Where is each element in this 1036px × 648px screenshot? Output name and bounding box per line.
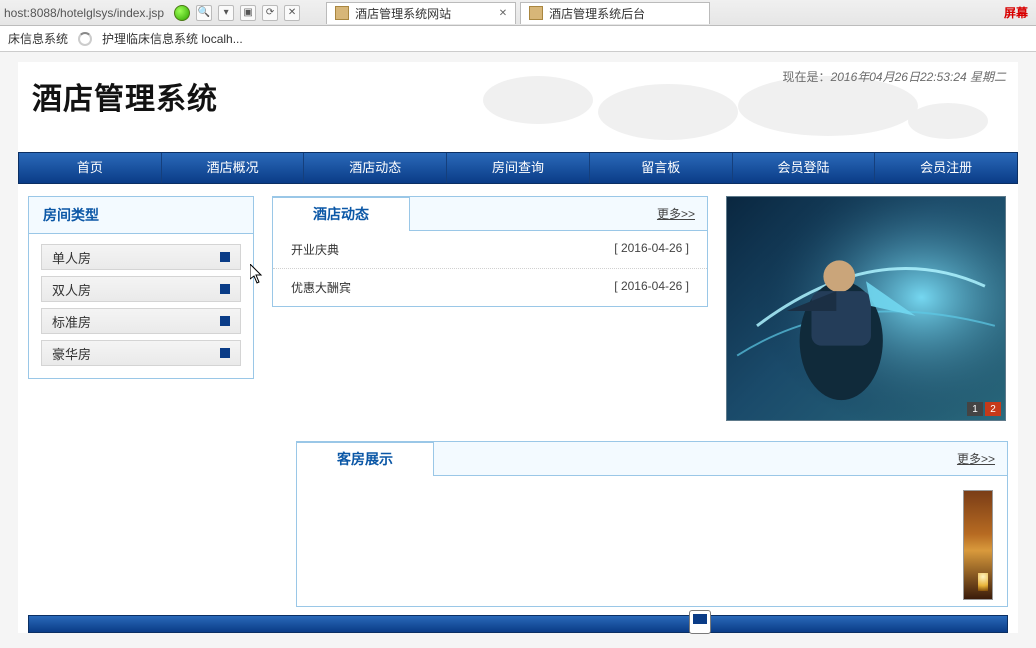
room-type-label: 标准房 bbox=[52, 312, 91, 331]
nav-overview[interactable]: 酒店概况 bbox=[162, 153, 305, 183]
nav-register[interactable]: 会员注册 bbox=[875, 153, 1017, 183]
banner-pager: 1 2 bbox=[967, 402, 1001, 416]
tab-title: 酒店管理系统后台 bbox=[549, 5, 645, 22]
bookmark-item[interactable]: 护理临床信息系统 localh... bbox=[102, 30, 243, 47]
bookmark-item[interactable]: 床信息系统 bbox=[8, 30, 68, 47]
news-row[interactable]: 优惠大酬宾 [ 2016-04-26 ] bbox=[273, 269, 707, 306]
feed-icon[interactable]: ▣ bbox=[240, 5, 256, 21]
page-root: 酒店管理系统 现在是：2016年04月26日22:53:24 星期二 首页 酒店… bbox=[18, 62, 1018, 633]
main-nav: 首页 酒店概况 酒店动态 房间查询 留言板 会员登陆 会员注册 bbox=[18, 152, 1018, 184]
news-panel: 酒店动态 更多>> 开业庆典 [ 2016-04-26 ] 优惠大酬宾 [ 20… bbox=[272, 196, 708, 307]
footer-badge-icon bbox=[689, 610, 711, 634]
footer-bar bbox=[28, 615, 1008, 633]
favicon-icon bbox=[529, 6, 543, 20]
news-list: 开业庆典 [ 2016-04-26 ] 优惠大酬宾 [ 2016-04-26 ] bbox=[273, 231, 707, 306]
pager-dot-2[interactable]: 2 bbox=[985, 402, 1001, 416]
room-show-more-link[interactable]: 更多>> bbox=[957, 450, 995, 467]
room-show-head: 客房展示 更多>> bbox=[297, 442, 1007, 476]
room-type-item-double[interactable]: 双人房 bbox=[41, 276, 241, 302]
nav-login[interactable]: 会员登陆 bbox=[733, 153, 876, 183]
room-show-section: 客房展示 更多>> bbox=[296, 441, 1008, 607]
screen-capture-label: 屏幕 bbox=[1004, 4, 1032, 21]
separator-icon: ▾ bbox=[218, 5, 234, 21]
chevron-right-icon bbox=[220, 348, 230, 358]
news-tab-label[interactable]: 酒店动态 bbox=[272, 197, 410, 231]
loading-icon bbox=[78, 32, 92, 46]
room-type-label: 单人房 bbox=[52, 248, 91, 267]
chevron-right-icon bbox=[220, 252, 230, 262]
room-show-tab-label[interactable]: 客房展示 bbox=[296, 442, 434, 476]
banner-column: 1 2 bbox=[726, 196, 1008, 421]
stop-icon[interactable]: ✕ bbox=[284, 5, 300, 21]
close-icon[interactable]: ✕ bbox=[499, 8, 507, 19]
news-date: [ 2016-04-26 ] bbox=[614, 279, 689, 296]
mouse-cursor-icon bbox=[250, 264, 264, 284]
nav-guestbook[interactable]: 留言板 bbox=[590, 153, 733, 183]
room-show-body bbox=[297, 476, 1007, 606]
room-type-title: 房间类型 bbox=[29, 197, 253, 234]
room-type-label: 双人房 bbox=[52, 280, 91, 299]
browser-tab-inactive[interactable]: 酒店管理系统后台 bbox=[520, 2, 710, 24]
browser-address-bar: host:8088/hotelglsys/index.jsp 🔍 ▾ ▣ ⟳ ✕… bbox=[0, 0, 1036, 26]
bookmark-bar: 床信息系统 护理临床信息系统 localh... bbox=[0, 26, 1036, 52]
news-date: [ 2016-04-26 ] bbox=[614, 241, 689, 258]
news-panel-head: 酒店动态 更多>> bbox=[273, 197, 707, 231]
browser-tab-active[interactable]: 酒店管理系统网站 ✕ bbox=[326, 2, 516, 24]
browser-toolbar-icons: 🔍 ▾ ▣ ⟳ ✕ bbox=[174, 5, 300, 21]
hero-banner[interactable]: 1 2 bbox=[726, 196, 1006, 421]
news-more-link[interactable]: 更多>> bbox=[657, 205, 695, 222]
refresh-icon[interactable]: ⟳ bbox=[262, 5, 278, 21]
tab-title: 酒店管理系统网站 bbox=[355, 5, 451, 22]
room-type-panel: 房间类型 单人房 双人房 标准房 豪华房 bbox=[28, 196, 254, 379]
pager-dot-1[interactable]: 1 bbox=[967, 402, 983, 416]
nav-news[interactable]: 酒店动态 bbox=[304, 153, 447, 183]
nav-home[interactable]: 首页 bbox=[19, 153, 162, 183]
content-area: 房间类型 单人房 双人房 标准房 豪华房 酒店动态 更多>> bbox=[18, 184, 1018, 429]
room-thumbnail[interactable] bbox=[963, 490, 993, 600]
chevron-right-icon bbox=[220, 316, 230, 326]
news-title: 优惠大酬宾 bbox=[291, 279, 351, 296]
room-type-label: 豪华房 bbox=[52, 344, 91, 363]
chevron-right-icon bbox=[220, 284, 230, 294]
news-title: 开业庆典 bbox=[291, 241, 339, 258]
room-type-list: 单人房 双人房 标准房 豪华房 bbox=[29, 234, 253, 378]
site-header: 酒店管理系统 现在是：2016年04月26日22:53:24 星期二 bbox=[18, 62, 1018, 152]
room-type-item-standard[interactable]: 标准房 bbox=[41, 308, 241, 334]
room-type-item-single[interactable]: 单人房 bbox=[41, 244, 241, 270]
search-icon[interactable]: 🔍 bbox=[196, 5, 212, 21]
news-column: 酒店动态 更多>> 开业庆典 [ 2016-04-26 ] 优惠大酬宾 [ 20… bbox=[272, 196, 708, 421]
world-map-decoration bbox=[448, 66, 1008, 152]
banner-image bbox=[727, 197, 1005, 420]
room-show-panel: 客房展示 更多>> bbox=[296, 441, 1008, 607]
nav-room-search[interactable]: 房间查询 bbox=[447, 153, 590, 183]
url-text: host:8088/hotelglsys/index.jsp bbox=[4, 6, 164, 20]
main-column: 酒店动态 更多>> 开业庆典 [ 2016-04-26 ] 优惠大酬宾 [ 20… bbox=[272, 196, 1008, 421]
room-type-item-deluxe[interactable]: 豪华房 bbox=[41, 340, 241, 366]
favicon-icon bbox=[335, 6, 349, 20]
news-row[interactable]: 开业庆典 [ 2016-04-26 ] bbox=[273, 231, 707, 269]
sidebar: 房间类型 单人房 双人房 标准房 豪华房 bbox=[28, 196, 254, 421]
go-icon[interactable] bbox=[174, 5, 190, 21]
browser-tab-strip: 酒店管理系统网站 ✕ 酒店管理系统后台 bbox=[326, 2, 998, 24]
